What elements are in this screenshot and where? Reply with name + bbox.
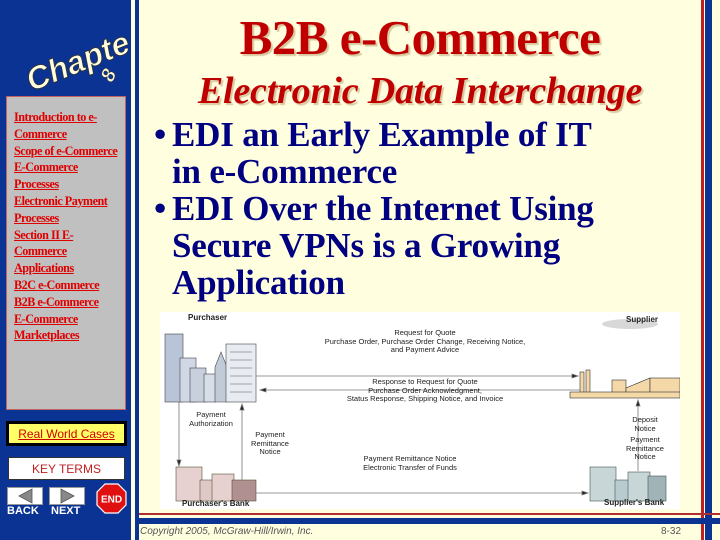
label-line: Notice [634, 423, 656, 433]
real-world-cases-label: Real World Cases [9, 424, 124, 443]
label-line: Electronic Transfer of Funds [363, 462, 457, 472]
back-arrow-icon [18, 488, 33, 504]
bullet-text-line: EDI an Early Example of IT [172, 115, 592, 154]
right-border-blue [705, 0, 712, 540]
back-label: BACK [7, 505, 39, 517]
request-label: Request for Quote Purchase Order, Purcha… [310, 328, 540, 355]
nav-link-b2c[interactable]: B2C e-Commerce [14, 277, 123, 294]
real-world-cases-button[interactable]: Real World Cases [6, 421, 127, 446]
end-button[interactable]: END [96, 483, 127, 514]
sidebar-divider-blue [135, 0, 139, 540]
label-line: Authorization [189, 418, 233, 428]
nav-link-introduction[interactable]: Introduction to e-Commerce [14, 109, 123, 143]
back-button[interactable] [7, 487, 43, 505]
purchasers-bank-icon [175, 466, 257, 502]
key-terms-button[interactable]: KEY TERMS [6, 455, 127, 482]
end-label: END [101, 495, 122, 506]
bullet-list: • EDI an Early Example of IT in e-Commer… [154, 115, 700, 302]
slide-title: B2B e-Commerce [239, 10, 601, 65]
deposit-notice-label: Deposit Notice [623, 415, 667, 433]
request-line: and Payment Advice [390, 345, 460, 354]
bullet-dot: • [154, 189, 167, 228]
nav-link-marketplaces[interactable]: E-Commerce Marketplaces [14, 311, 123, 345]
label-line: Notice [634, 452, 656, 461]
bullet-item: • EDI Over the Internet Using Secure VPN… [154, 189, 700, 302]
suppliers-bank-label: Supplier's Bank [604, 498, 665, 507]
nav-link-section-ii[interactable]: Section II E-Commerce Applications [14, 227, 123, 277]
edi-diagram: Purchaser Supplier Purchaser's Bank Supp… [160, 312, 680, 509]
bullet-item: • EDI an Early Example of IT in e-Commer… [154, 115, 700, 191]
label-line: Notice [259, 447, 281, 456]
purchasers-bank-label: Purchaser's Bank [182, 499, 250, 508]
bullet-dot: • [154, 115, 167, 154]
payment-remittance-right-label: Payment Remittance Notice [623, 435, 667, 462]
purchaser-label: Purchaser [188, 313, 228, 322]
bullet-text-line: Secure VPNs is a Growing [172, 226, 560, 265]
key-terms-label: KEY TERMS [8, 457, 125, 480]
purchaser-building-icon [164, 333, 257, 403]
response-label: Response to Request for Quote Purchase O… [310, 377, 540, 404]
bullet-text-line: Application [172, 263, 345, 302]
funds-transfer-label: Payment Remittance Notice Electronic Tra… [340, 454, 480, 472]
bullet-text-line: EDI Over the Internet Using [172, 189, 594, 228]
response-arrowhead [258, 387, 267, 393]
bullet-text-line: in e-Commerce [172, 152, 398, 191]
chapter-number: 8 [97, 65, 122, 85]
slide-subtitle: Electronic Data Interchange [197, 70, 643, 112]
next-label: NEXT [51, 505, 81, 517]
chapter-logo: Chapter 8 [20, 18, 128, 92]
copyright-text: Copyright 2005, McGraw-Hill/Irwin, Inc. [140, 526, 314, 537]
right-border-red [701, 0, 704, 540]
nav-link-scope[interactable]: Scope of e-Commerce [14, 143, 123, 160]
payment-authorization-label: Payment Authorization [186, 410, 236, 428]
nav-link-processes[interactable]: E-Commerce Processes [14, 159, 123, 193]
next-button[interactable] [49, 487, 85, 505]
bottom-rule-blue [139, 518, 720, 524]
suppliers-bank-icon [589, 466, 667, 502]
response-line: Status Response, Shipping Notice, and In… [346, 394, 504, 403]
payment-remittance-left-label: Payment Remittance Notice [248, 430, 292, 457]
bottom-rule-red [139, 513, 720, 515]
chapter-nav: Introduction to e-Commerce Scope of e-Co… [6, 96, 126, 410]
page-number: 8-32 [661, 526, 682, 537]
supplier-label: Supplier [626, 315, 659, 324]
nav-link-payment-processes[interactable]: Electronic Payment Processes [14, 193, 123, 227]
next-arrow-icon [60, 488, 75, 504]
request-arrowhead [571, 373, 580, 379]
supplier-factory-icon [569, 319, 680, 399]
nav-link-b2b[interactable]: B2B e-Commerce [14, 294, 123, 311]
